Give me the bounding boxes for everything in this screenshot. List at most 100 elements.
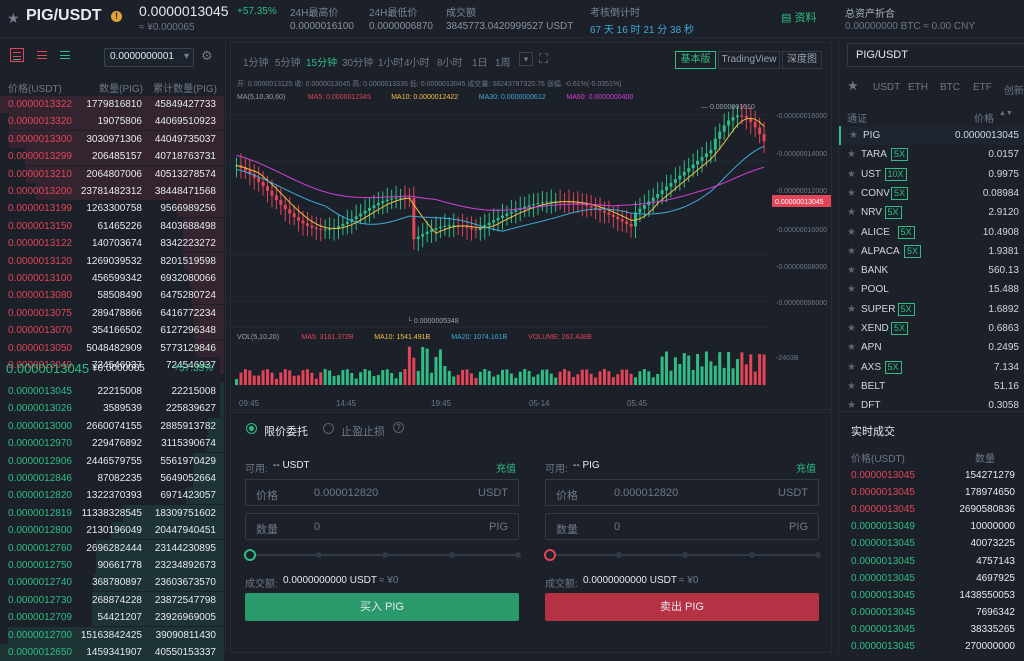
qty-input[interactable]: 数量 0 PIG [245,513,519,540]
book-row[interactable]: 0.0000012750 90661778 23234892673 [0,557,224,574]
row-star-icon[interactable]: ★ [847,338,856,357]
row-star-icon[interactable]: ★ [847,396,856,415]
price-input[interactable]: 价格 0.000012820 USDT [545,479,819,506]
row-star-icon[interactable]: ★ [847,223,856,242]
row-star-icon[interactable]: ★ [847,165,856,184]
deposit-link[interactable]: 充值 [496,460,516,475]
slider-tick[interactable] [382,552,388,558]
book-row[interactable]: 0.0000013320 19075806 44069510923 [0,113,224,131]
settings-gear-icon[interactable]: ⚙ [201,48,213,64]
view-tab[interactable]: TradingView [718,51,780,69]
book-row[interactable]: 0.0000012760 2696282444 23144230895 [0,539,224,557]
market-search-input[interactable]: PIG/USDT [847,43,1024,67]
book-row[interactable]: 0.0000013300 3030971306 44049735037 [0,130,224,148]
timeframe-dropdown-icon[interactable]: ▾ [519,52,533,66]
market-row[interactable]: ★ POOL 15.488 [839,280,1024,299]
slider-tick[interactable] [682,552,688,558]
timeframe-tab[interactable]: 4小时 [404,54,430,69]
qty-input[interactable]: 数量 0 PIG [545,513,819,540]
timeframe-tab[interactable]: 30分钟 [342,54,373,69]
limit-radio[interactable] [246,423,257,434]
timeframe-tab[interactable]: 15分钟 [306,54,337,69]
book-mode-both-icon[interactable] [10,48,24,62]
market-row[interactable]: ★ ALICE 5X 10.4908 [839,223,1024,242]
book-row[interactable]: 0.0000012700 15163842425 39090811430 [0,626,224,644]
market-row[interactable]: ★ XEND 5X 0.6863 [839,319,1024,338]
row-star-icon[interactable]: ★ [847,203,856,222]
slider-tick[interactable] [448,552,455,558]
row-star-icon[interactable]: ★ [847,280,856,299]
slider-knob[interactable] [544,549,556,561]
book-row[interactable]: 0.0000012846 87082235 5649052664 [0,470,224,487]
view-tab[interactable]: 深度图 [782,51,822,69]
book-mode-asks-icon[interactable] [35,48,49,62]
slider-knob[interactable] [244,549,256,561]
book-row[interactable]: 0.0000013000 2660074155 2885913782 [0,417,224,435]
price-input[interactable]: 价格 0.000012820 USDT [245,479,519,506]
sell-button[interactable]: 卖出 PIG [545,593,819,621]
market-row[interactable]: ★ DFT 0.3058 [839,396,1024,415]
market-row[interactable]: ★ APN 0.2495 [839,338,1024,357]
book-row[interactable]: 0.0000013120 1269039532 8201519598 [0,252,224,270]
row-star-icon[interactable]: ★ [847,184,856,203]
market-tab[interactable]: 创新 [1004,82,1024,97]
book-row[interactable]: 0.0000013100 456599342 6932080066 [0,270,224,287]
row-star-icon[interactable]: ★ [847,377,856,396]
favorites-star-icon[interactable]: ★ [847,78,859,94]
book-row[interactable]: 0.0000013122 140703674 8342223272 [0,235,224,253]
timeframe-tab[interactable]: 1分钟 [243,54,269,69]
market-row[interactable]: ★ NRV 5X 2.9120 [839,203,1024,222]
book-row[interactable]: 0.0000013322 1779816810 45849427733 [0,96,224,113]
market-row[interactable]: ★ UST 10X 0.9975 [839,165,1024,184]
market-row[interactable]: ★ BELT 51.16 [839,377,1024,396]
row-star-icon[interactable]: ★ [847,300,856,319]
sort-icon[interactable]: ▲▼ [999,110,1013,117]
buy-button[interactable]: 买入 PIG [245,593,519,621]
book-mode-bids-icon[interactable] [58,48,72,62]
book-row[interactable]: 0.0000012709 54421207 23926969005 [0,609,224,627]
book-row[interactable]: 0.0000012820 1322370393 6971423057 [0,487,224,505]
market-row[interactable]: ★ SUPER 5X 1.6892 [839,300,1024,319]
stop-tab-label[interactable]: 止盈止损 [341,423,385,439]
kline-chart[interactable]: 开: 0.0000013125 收: 0.0000013045 高: 0.000… [231,75,831,409]
book-row[interactable]: 0.0000012730 268874228 23872547798 [0,591,224,609]
book-row[interactable]: 0.0000013075 289478866 6416772234 [0,304,224,322]
book-row[interactable]: 0.0000013199 1263300758 9566989256 [0,200,224,218]
slider-tick[interactable] [315,552,322,558]
book-row[interactable]: 0.0000013080 58508490 6475280724 [0,287,224,305]
timeframe-tab[interactable]: 1周 [495,54,511,69]
market-row[interactable]: ★ AXS 5X 7.134 [839,358,1024,377]
slider-tick[interactable] [815,552,821,558]
market-row[interactable]: ★ PIG 0.0000013045 [839,126,1024,145]
book-row[interactable]: 0.0000012819 11338328545 18309751602 [0,504,224,522]
market-row[interactable]: ★ BANK 560.13 [839,261,1024,280]
market-row[interactable]: ★ CONV 5X 0.08984 [839,184,1024,203]
book-row[interactable]: 0.0000012800 2130196049 20447940451 [0,522,224,540]
book-row[interactable]: 0.0000013070 354166502 6127296348 [0,322,224,340]
market-row[interactable]: ★ ALPACA 5X 1.9381 [839,242,1024,261]
row-star-icon[interactable]: ★ [847,145,856,164]
book-row[interactable]: 0.0000012970 229476892 3115390674 [0,435,224,453]
deposit-link[interactable]: 充值 [796,460,816,475]
row-star-icon[interactable]: ★ [847,261,856,280]
timeframe-tab[interactable]: 1日 [472,54,488,69]
book-row[interactable]: 0.0000013210 2064807006 40513278574 [0,165,224,183]
info-icon[interactable]: ! [111,11,122,22]
indicator-chart-icon[interactable]: ⛶ [539,51,548,67]
timeframe-tab[interactable]: 1小时 [378,54,404,69]
timeframe-tab[interactable]: 5分钟 [275,54,301,69]
view-tab[interactable]: 基本版 [675,51,716,69]
book-row[interactable]: 0.0000013026 3589539 225839627 [0,400,224,418]
limit-tab-label[interactable]: 限价委托 [264,423,308,439]
book-row[interactable]: 0.0000012740 368780897 23603673570 [0,574,224,592]
book-row[interactable]: 0.0000013150 61465226 8403688498 [0,217,224,235]
book-row[interactable]: 0.0000013299 206485157 40718763731 [0,148,224,166]
book-row[interactable]: 0.0000013200 23781482312 38448471568 [0,183,224,200]
precision-select[interactable]: 0.0000000001 ▾ [104,48,194,67]
market-tab[interactable]: USDT [873,82,900,93]
timeframe-tab[interactable]: 8小时 [437,54,463,69]
row-star-icon[interactable]: ★ [847,242,856,261]
market-row[interactable]: ★ TARA 5X 0.0157 [839,145,1024,164]
book-row[interactable]: 0.0000012906 2446579755 5561970429 [0,452,224,470]
market-tab[interactable]: ETF [973,82,992,93]
